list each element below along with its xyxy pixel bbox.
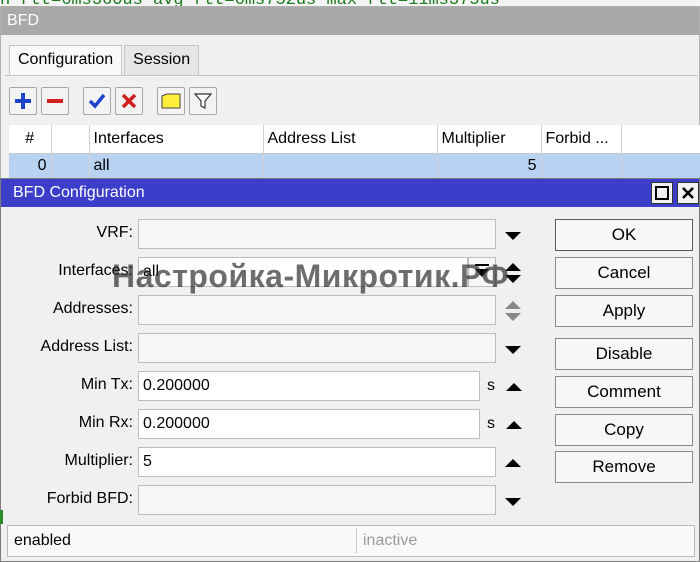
- min-rx-collapse-icon[interactable]: [504, 417, 524, 433]
- cell-forbid: [541, 153, 622, 179]
- table-header-row: # Interfaces Address List Multiplier For…: [9, 125, 700, 154]
- terminal-edge-mark: [0, 510, 3, 524]
- min-tx-row: Min Tx: 0.200000 s: [1, 371, 531, 403]
- status-divider: [356, 528, 357, 554]
- comment-button[interactable]: [157, 87, 185, 115]
- col-header-flag[interactable]: [51, 125, 90, 154]
- dropdown-icon: [475, 264, 489, 277]
- cell-num: 0: [9, 153, 52, 179]
- min-rx-row: Min Rx: 0.200000 s: [1, 409, 531, 441]
- vrf-dropdown-icon[interactable]: [503, 227, 523, 243]
- add-button[interactable]: [9, 87, 37, 115]
- addresses-input[interactable]: [138, 295, 496, 325]
- bfd-window-title[interactable]: BFD: [1, 7, 699, 35]
- cell-interfaces: all: [89, 153, 264, 179]
- cell-multiplier: 5: [437, 153, 542, 179]
- enable-button[interactable]: [83, 87, 111, 115]
- forbid-bfd-row: Forbid BFD:: [1, 485, 531, 517]
- bfd-configuration-dialog: BFD Configuration VRF: Interfaces: all A…: [0, 178, 700, 562]
- interfaces-select[interactable]: all: [138, 257, 468, 287]
- copy-button[interactable]: Copy: [555, 414, 693, 446]
- comment-button[interactable]: Comment: [555, 376, 693, 408]
- table-row[interactable]: 0 all 5: [9, 153, 700, 179]
- vrf-row: VRF:: [1, 219, 531, 251]
- filter-button[interactable]: [189, 87, 217, 115]
- remove-button[interactable]: [41, 87, 69, 115]
- cell-address-list: [263, 153, 438, 179]
- cell-flag: [51, 153, 90, 179]
- forbid-bfd-select[interactable]: [138, 485, 496, 515]
- multiplier-label: Multiplier:: [64, 452, 133, 469]
- address-list-select[interactable]: [138, 333, 496, 363]
- cancel-button[interactable]: Cancel: [555, 257, 693, 289]
- dialog-titlebar[interactable]: BFD Configuration: [1, 179, 699, 207]
- multiplier-input[interactable]: 5: [138, 447, 496, 477]
- remove-button[interactable]: Remove: [555, 451, 693, 483]
- min-tx-label: Min Tx:: [80, 376, 133, 393]
- status-enabled: enabled: [14, 532, 71, 549]
- addresses-row: Addresses:: [1, 295, 531, 327]
- x-icon: [121, 93, 137, 109]
- min-rx-unit: s: [487, 415, 495, 432]
- filter-icon: [194, 93, 212, 109]
- tab-bar: Configuration Session: [9, 45, 201, 77]
- col-header-address-list[interactable]: Address List: [263, 125, 438, 154]
- ok-button[interactable]: OK: [555, 219, 693, 251]
- forbid-bfd-dropdown-icon[interactable]: [503, 493, 523, 509]
- close-icon: [682, 187, 694, 199]
- minus-icon: [47, 99, 63, 103]
- forbid-bfd-label: Forbid BFD:: [46, 490, 133, 507]
- dialog-title: BFD Configuration: [13, 184, 145, 201]
- address-list-label: Address List:: [40, 338, 133, 355]
- bfd-config-table: # Interfaces Address List Multiplier For…: [9, 125, 700, 179]
- col-header-empty: [621, 125, 700, 154]
- status-inactive: inactive: [363, 532, 418, 549]
- min-tx-unit: s: [487, 377, 495, 394]
- col-header-interfaces[interactable]: Interfaces: [89, 125, 264, 154]
- maximize-button[interactable]: [651, 182, 673, 204]
- cell-empty: [621, 153, 700, 179]
- disable-button[interactable]: Disable: [555, 338, 693, 370]
- close-button[interactable]: [677, 182, 699, 204]
- interfaces-row: Interfaces: all: [1, 257, 531, 289]
- min-tx-collapse-icon[interactable]: [504, 379, 524, 395]
- disable-button[interactable]: [115, 87, 143, 115]
- interfaces-updown-icon[interactable]: [503, 260, 523, 286]
- status-bar: enabled inactive: [7, 525, 695, 557]
- apply-button[interactable]: Apply: [555, 295, 693, 327]
- address-list-row: Address List:: [1, 333, 531, 365]
- note-icon: [161, 93, 181, 109]
- vrf-label: VRF:: [96, 224, 133, 241]
- addresses-updown-icon[interactable]: [503, 298, 523, 324]
- multiplier-row: Multiplier: 5: [1, 447, 531, 479]
- plus-icon: [15, 93, 31, 109]
- toolbar: [9, 87, 217, 117]
- multiplier-collapse-icon[interactable]: [503, 455, 523, 471]
- addresses-label: Addresses:: [52, 300, 133, 317]
- tab-configuration[interactable]: Configuration: [9, 45, 123, 76]
- min-tx-input[interactable]: 0.200000: [138, 371, 480, 401]
- col-header-num[interactable]: #: [9, 125, 52, 154]
- interfaces-label: Interfaces:: [58, 262, 133, 279]
- vrf-select[interactable]: [138, 219, 496, 249]
- maximize-icon: [655, 186, 669, 200]
- tab-panel-border: [5, 75, 697, 76]
- min-rx-input[interactable]: 0.200000: [138, 409, 480, 439]
- col-header-forbid[interactable]: Forbid ...: [541, 125, 622, 154]
- interfaces-dropdown-button[interactable]: [468, 257, 496, 287]
- tab-session[interactable]: Session: [124, 45, 200, 75]
- min-rx-label: Min Rx:: [78, 414, 133, 431]
- col-header-multiplier[interactable]: Multiplier: [437, 125, 542, 154]
- address-list-dropdown-icon[interactable]: [503, 341, 523, 357]
- check-icon: [88, 93, 106, 109]
